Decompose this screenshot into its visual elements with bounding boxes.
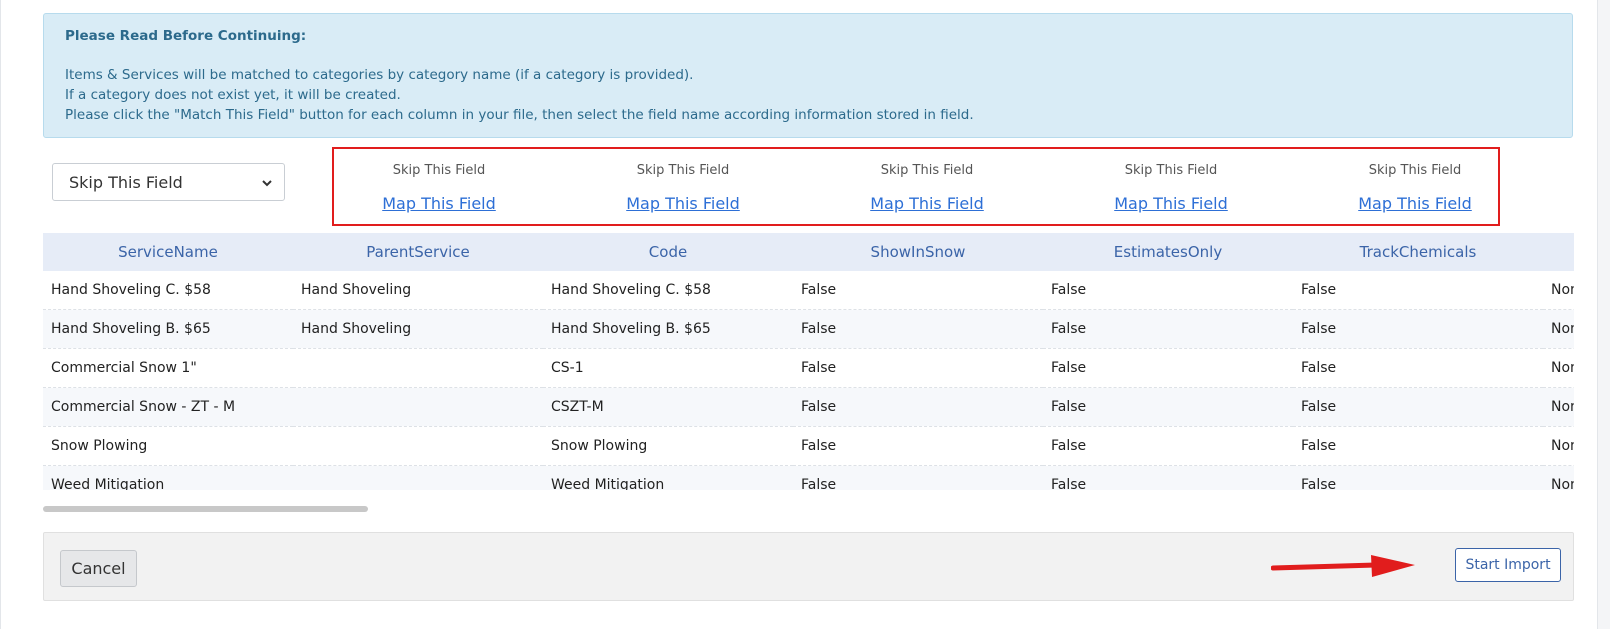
table-cell: CS-1 [543, 348, 793, 388]
map-field-link[interactable]: Map This Field [339, 194, 539, 213]
start-import-button[interactable]: Start Import [1455, 548, 1561, 582]
table-cell: Non [1543, 309, 1574, 349]
table-cell: False [793, 465, 1043, 490]
import-panel: Please Read Before Continuing: Items & S… [0, 0, 1598, 629]
table-cell: False [1293, 348, 1543, 388]
notice-line: Please click the "Match This Field" butt… [65, 107, 974, 123]
table-cell: Weed Mitigation [543, 465, 793, 490]
column-header: Code [543, 233, 793, 271]
table-cell: False [793, 309, 1043, 349]
table-row: Weed Mitigation Weed Mitigation False Fa… [43, 465, 1574, 490]
table-cell: False [1043, 309, 1293, 349]
preview-table: ServiceName ParentService Code ShowInSno… [43, 233, 1574, 490]
map-field-link[interactable]: Map This Field [1071, 194, 1271, 213]
table-cell: CSZT-M [543, 387, 793, 427]
table-cell: Weed Mitigation [43, 465, 293, 490]
table-cell: False [1043, 465, 1293, 490]
table-cell: Non [1543, 348, 1574, 388]
notice-line: Items & Services will be matched to cate… [65, 67, 694, 83]
table-cell: Snow Plowing [43, 426, 293, 466]
table-cell: Commercial Snow 1" [43, 348, 293, 388]
horizontal-scrollbar[interactable] [43, 506, 368, 512]
table-cell: False [793, 271, 1043, 310]
column-header: ServiceName [43, 233, 293, 271]
field-select[interactable]: Skip This Field [52, 163, 285, 201]
table-row: Hand Shoveling C. $58 Hand Shoveling Han… [43, 271, 1574, 310]
column-header: EstimatesOnly [1043, 233, 1293, 271]
table-cell: Commercial Snow - ZT - M [43, 387, 293, 427]
table-cell: False [1043, 271, 1293, 310]
table-row: Commercial Snow 1" CS-1 False False Fals… [43, 348, 1574, 388]
table-cell: False [793, 348, 1043, 388]
map-field-link[interactable]: Map This Field [827, 194, 1027, 213]
table-cell: Hand Shoveling C. $58 [43, 271, 293, 310]
table-cell: False [1293, 465, 1543, 490]
field-select-value: Skip This Field [69, 172, 183, 192]
table-cell [293, 387, 543, 427]
table-cell: False [793, 387, 1043, 427]
table-cell: Non [1543, 465, 1574, 490]
column-header: TrackChemicals [1293, 233, 1543, 271]
skip-field-label: Skip This Field [392, 163, 486, 178]
skip-field-label: Skip This Field [636, 163, 730, 178]
table-cell [293, 465, 543, 490]
table-cell: False [1043, 387, 1293, 427]
table-cell: Non [1543, 387, 1574, 427]
table-cell: Hand Shoveling [293, 271, 543, 310]
table-cell: False [1293, 271, 1543, 310]
table-cell: Hand Shoveling B. $65 [543, 309, 793, 349]
table-cell: False [1043, 348, 1293, 388]
table-cell: False [1293, 309, 1543, 349]
table-cell [293, 348, 543, 388]
table-cell: Non [1543, 426, 1574, 466]
mapping-highlight-box: Skip This Field Map This Field Skip This… [332, 147, 1500, 226]
red-arrow-icon [1271, 555, 1415, 577]
table-row: Snow Plowing Snow Plowing False False Fa… [43, 426, 1574, 466]
notice-line: If a category does not exist yet, it wil… [65, 87, 401, 103]
notice-title: Please Read Before Continuing: [65, 28, 307, 44]
table-cell: False [1293, 426, 1543, 466]
notice-box: Please Read Before Continuing: Items & S… [43, 13, 1573, 138]
table-cell: Snow Plowing [543, 426, 793, 466]
table-cell: False [1043, 426, 1293, 466]
table-cell: False [793, 426, 1043, 466]
table-cell: Hand Shoveling C. $58 [543, 271, 793, 310]
table-cell [293, 426, 543, 466]
skip-field-label: Skip This Field [880, 163, 974, 178]
skip-field-label: Skip This Field [1368, 163, 1462, 178]
column-header: ParentService [293, 233, 543, 271]
table-cell: False [1293, 387, 1543, 427]
skip-field-label: Skip This Field [1124, 163, 1218, 178]
table-row: Hand Shoveling B. $65 Hand Shoveling Han… [43, 309, 1574, 349]
table-row: Commercial Snow - ZT - M CSZT-M False Fa… [43, 387, 1574, 427]
table-cell: Non [1543, 271, 1574, 310]
map-field-link[interactable]: Map This Field [1315, 194, 1515, 213]
chevron-down-icon [260, 175, 274, 194]
map-field-link[interactable]: Map This Field [583, 194, 783, 213]
preview-table-container[interactable]: ServiceName ParentService Code ShowInSno… [43, 233, 1574, 490]
column-header [1543, 233, 1574, 271]
table-header-row: ServiceName ParentService Code ShowInSno… [43, 233, 1574, 271]
cancel-button[interactable]: Cancel [60, 550, 137, 587]
column-header: ShowInSnow [793, 233, 1043, 271]
table-cell: Hand Shoveling B. $65 [43, 309, 293, 349]
table-cell: Hand Shoveling [293, 309, 543, 349]
